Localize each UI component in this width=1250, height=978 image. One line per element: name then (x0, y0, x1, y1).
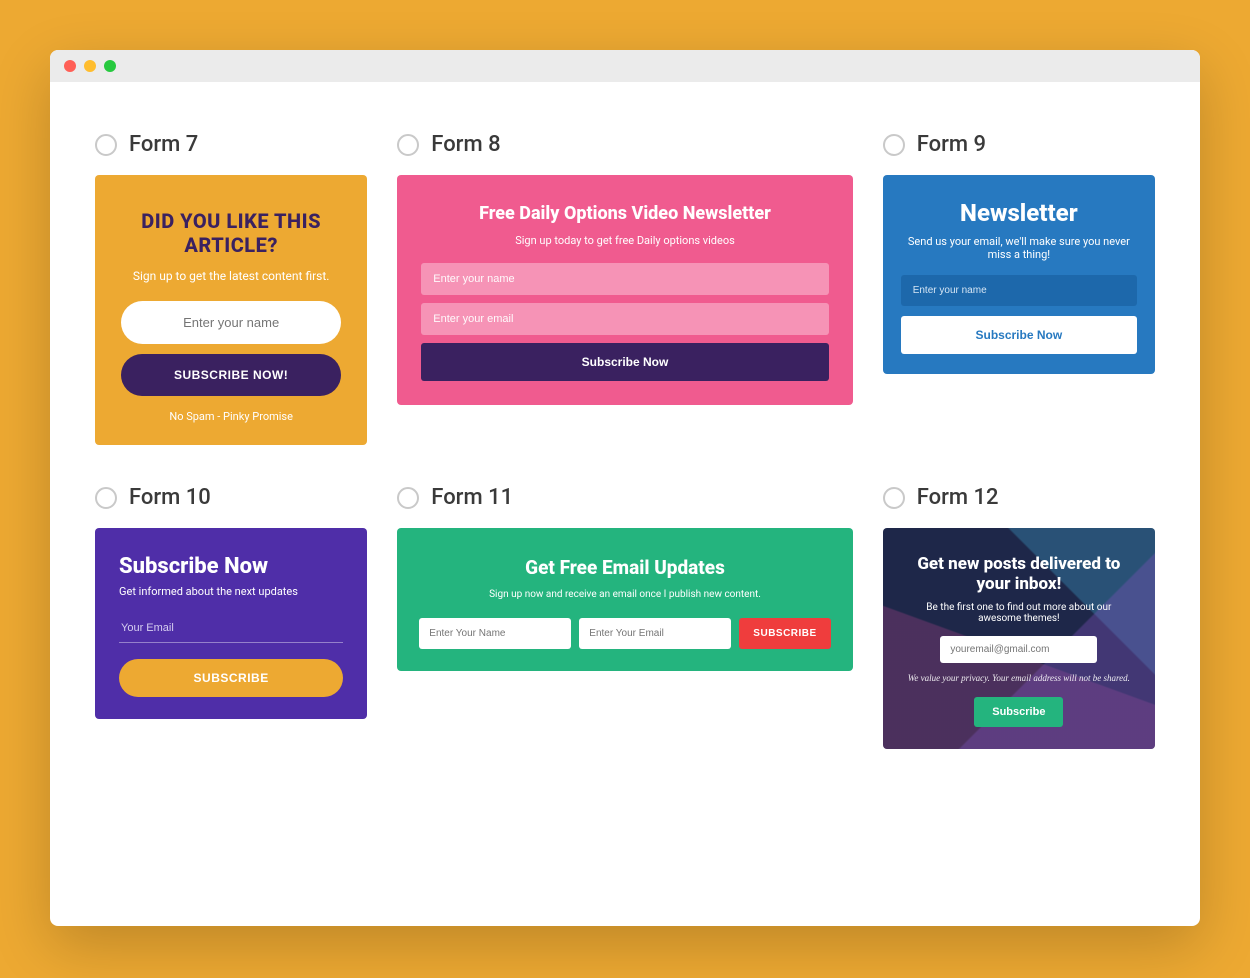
form-9-title: Newsletter (901, 199, 1137, 227)
form-8-email-input[interactable] (421, 303, 828, 335)
gallery-item-form-9: Form 9 Newsletter Send us your email, we… (883, 132, 1155, 445)
form-8-name-input[interactable] (421, 263, 828, 295)
form-10-title: Subscribe Now (119, 554, 343, 579)
form-11-email-input[interactable] (579, 618, 731, 649)
form-7-name-input[interactable] (121, 301, 341, 344)
browser-window: Form 7 DID YOU LIKE THIS ARTICLE? Sign u… (50, 50, 1200, 926)
form-10-subtitle: Get informed about the next updates (119, 585, 343, 598)
close-icon[interactable] (64, 60, 76, 72)
form-10-label: Form 10 (129, 485, 211, 510)
form-11-subscribe-button[interactable]: SUBSCRIBE (739, 618, 830, 649)
form-8-title: Free Daily Options Video Newsletter (421, 203, 828, 224)
select-form-7-radio[interactable] (95, 134, 117, 156)
form-9-subscribe-button[interactable]: Subscribe Now (901, 316, 1137, 354)
window-titlebar (50, 50, 1200, 82)
form-8-subscribe-button[interactable]: Subscribe Now (421, 343, 828, 381)
form-10-email-input[interactable] (119, 616, 343, 643)
form-12-label: Form 12 (917, 485, 999, 510)
form-7-subtitle: Sign up to get the latest content first. (121, 269, 341, 283)
form-8-subtitle: Sign up today to get free Daily options … (421, 234, 828, 247)
select-form-9-radio[interactable] (883, 134, 905, 156)
form-10-subscribe-button[interactable]: SUBSCRIBE (119, 659, 343, 697)
form-8-label: Form 8 (431, 132, 500, 157)
form-7-preview: DID YOU LIKE THIS ARTICLE? Sign up to ge… (95, 175, 367, 445)
select-form-10-radio[interactable] (95, 487, 117, 509)
select-form-8-radio[interactable] (397, 134, 419, 156)
form-9-label: Form 9 (917, 132, 986, 157)
gallery-item-form-8: Form 8 Free Daily Options Video Newslett… (397, 132, 852, 445)
gallery-item-form-11: Form 11 Get Free Email Updates Sign up n… (397, 485, 852, 749)
form-12-email-input[interactable] (940, 636, 1097, 663)
form-9-preview: Newsletter Send us your email, we'll mak… (883, 175, 1155, 374)
form-11-label: Form 11 (431, 485, 513, 510)
form-9-name-input[interactable] (901, 275, 1137, 306)
select-form-11-radio[interactable] (397, 487, 419, 509)
form-12-subscribe-button[interactable]: Subscribe (974, 697, 1063, 727)
gallery-item-form-12: Form 12 Get new posts delivered to your … (883, 485, 1155, 749)
form-11-title: Get Free Email Updates (419, 556, 830, 579)
gallery-item-form-7: Form 7 DID YOU LIKE THIS ARTICLE? Sign u… (95, 132, 367, 445)
maximize-icon[interactable] (104, 60, 116, 72)
form-7-footnote: No Spam - Pinky Promise (121, 410, 341, 423)
form-12-preview: Get new posts delivered to your inbox! B… (883, 528, 1155, 749)
form-11-preview: Get Free Email Updates Sign up now and r… (397, 528, 852, 671)
form-10-preview: Subscribe Now Get informed about the nex… (95, 528, 367, 719)
form-7-title: DID YOU LIKE THIS ARTICLE? (121, 209, 341, 257)
gallery-item-form-10: Form 10 Subscribe Now Get informed about… (95, 485, 367, 749)
form-12-privacy-note: We value your privacy. Your email addres… (907, 673, 1131, 683)
form-7-subscribe-button[interactable]: SUBSCRIBE NOW! (121, 354, 341, 396)
form-8-preview: Free Daily Options Video Newsletter Sign… (397, 175, 852, 405)
select-form-12-radio[interactable] (883, 487, 905, 509)
form-12-subtitle: Be the first one to find out more about … (907, 602, 1131, 624)
form-gallery: Form 7 DID YOU LIKE THIS ARTICLE? Sign u… (50, 82, 1200, 799)
form-9-subtitle: Send us your email, we'll make sure you … (901, 235, 1137, 261)
form-11-name-input[interactable] (419, 618, 571, 649)
form-11-subtitle: Sign up now and receive an email once I … (419, 589, 830, 600)
minimize-icon[interactable] (84, 60, 96, 72)
form-7-label: Form 7 (129, 132, 198, 157)
form-12-title: Get new posts delivered to your inbox! (907, 554, 1131, 594)
